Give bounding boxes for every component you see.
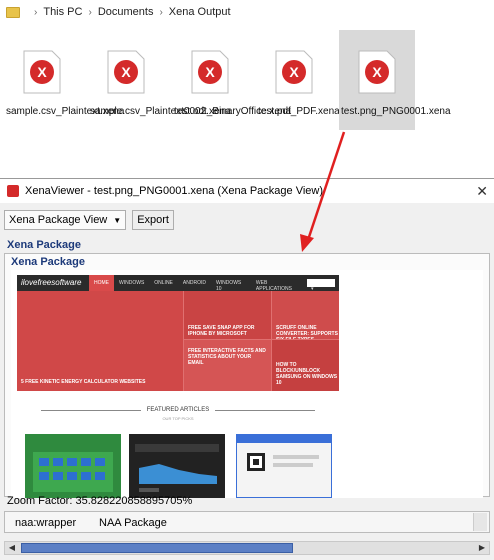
- preview-thumbnail: [236, 434, 332, 498]
- svg-text:X: X: [121, 64, 131, 80]
- game-board-graphic: [33, 452, 113, 492]
- xena-file-icon: X: [275, 50, 313, 94]
- chevron-right-icon: ›: [88, 6, 92, 18]
- xena-file-icon: X: [191, 50, 229, 94]
- property-value: NAA Package: [99, 517, 167, 529]
- preview-hero-tile-title: HOW TO BLOCK/UNBLOCK SAMSUNG ON WINDOWS …: [276, 362, 338, 386]
- screen: › This PC › Documents › Xena Output X sa…: [0, 0, 494, 560]
- xena-file-icon: X: [107, 50, 145, 94]
- scrollbar-thumb[interactable]: [21, 543, 293, 553]
- breadcrumb-item-xena-output[interactable]: Xena Output: [169, 6, 231, 18]
- file-item-selected[interactable]: X test.png_PNG0001.xena: [339, 30, 451, 130]
- preview-nav-item: WINDOWS: [119, 280, 145, 286]
- chevron-down-icon: ▼: [113, 215, 122, 225]
- preview-nav: HOME WINDOWS ONLINE ANDROID WINDOWS 10 W…: [89, 275, 339, 292]
- scroll-right-icon[interactable]: ▶: [476, 543, 488, 553]
- preview-logo: ilovefreesoftware: [21, 278, 82, 287]
- horizontal-scrollbar[interactable]: ◀ ▶: [4, 541, 490, 555]
- xena-file-icon: X: [23, 50, 61, 94]
- preview-hero-tile: FREE INTERACTIVE FACTS AND STATISTICS AB…: [183, 339, 271, 391]
- export-button[interactable]: Export: [132, 210, 174, 230]
- property-key: naa:wrapper: [15, 517, 77, 529]
- preview-featured-heading: FEATURED ARTICLES: [146, 407, 210, 413]
- xena-file-icon: X: [358, 50, 396, 94]
- file-name: sample.csv_Plaintext.xena: [6, 106, 125, 117]
- properties-table: naa:wrapper NAA Package: [4, 511, 490, 533]
- app-icon: [7, 185, 19, 197]
- preview-site-header: ilovefreesoftware HOME WINDOWS ONLINE AN…: [17, 275, 339, 292]
- svg-text:X: X: [289, 64, 299, 80]
- file-item[interactable]: X test.odt_BinaryOffice.xena: [172, 30, 292, 130]
- preview-featured-subheading: OUR TOP PICKS: [162, 416, 194, 421]
- image-preview: ilovefreesoftware HOME WINDOWS ONLINE AN…: [11, 270, 483, 498]
- preview-thumbnail: [129, 434, 225, 498]
- window-title: XenaViewer - test.png_PNG0001.xena (Xena…: [25, 185, 323, 197]
- preview-hero-tile-title: FREE SAVE SNAP APP FOR IPHONE BY MICROSO…: [188, 325, 255, 337]
- close-button[interactable]: ✕: [476, 183, 488, 200]
- file-name: test.pdf_PDF.xena: [258, 106, 340, 117]
- preview-search-box: [307, 279, 335, 287]
- file-name: test.odt_BinaryOffice.xena: [174, 106, 292, 117]
- qr-app-graphic: [237, 435, 331, 471]
- chevron-right-icon: ›: [34, 6, 38, 18]
- breadcrumb-item-documents[interactable]: Documents: [98, 6, 154, 18]
- xena-viewer-window: XenaViewer - test.png_PNG0001.xena (Xena…: [0, 178, 494, 560]
- svg-text:X: X: [372, 64, 382, 80]
- file-name: test.png_PNG0001.xena: [341, 106, 451, 117]
- breadcrumb: › This PC › Documents › Xena Output: [0, 0, 494, 24]
- file-name: sample.csv_Plaintext0002.xena: [90, 106, 231, 117]
- preview-nav-item: ONLINE: [154, 280, 173, 286]
- preview-nav-item: WEB APPLICATIONS: [255, 280, 292, 292]
- toolbar: Xena Package View ▼ Export: [4, 209, 174, 231]
- section-label: Xena Package: [7, 239, 81, 251]
- preview-nav-item: HOME: [89, 275, 114, 291]
- scroll-left-icon[interactable]: ◀: [6, 543, 18, 553]
- preview-hero-main: 5 FREE KINETIC ENERGY CALCULATOR WEBSITE…: [17, 291, 183, 391]
- chevron-right-icon: ›: [159, 6, 163, 18]
- breadcrumb-item-this-pc[interactable]: This PC: [43, 6, 82, 18]
- preview-hero-tile-title: FREE INTERACTIVE FACTS AND STATISTICS AB…: [188, 348, 266, 366]
- preview-nav-item: ANDROID: [182, 280, 206, 286]
- preview-hero-tile: HOW TO BLOCK/UNBLOCK SAMSUNG ON WINDOWS …: [271, 339, 339, 391]
- zoom-factor-text: Zoom Factor: 35.828220858895705%: [7, 495, 193, 507]
- preview-nav-item: WINDOWS 10: [215, 280, 242, 292]
- vertical-scrollbar[interactable]: [473, 513, 487, 531]
- file-item[interactable]: X test.pdf_PDF.xena: [256, 30, 340, 130]
- svg-text:X: X: [205, 64, 215, 80]
- panel-title: Xena Package: [11, 256, 85, 268]
- preview-hero-tile: FREE SAVE SNAP APP FOR IPHONE BY MICROSO…: [183, 291, 271, 339]
- view-select[interactable]: Xena Package View ▼: [4, 210, 127, 230]
- file-item[interactable]: X sample.csv_Plaintext0002.xena: [88, 30, 231, 130]
- preview-hero: 5 FREE KINETIC ENERGY CALCULATOR WEBSITE…: [17, 291, 339, 391]
- preview-hero-tile: SCRUFF ONLINE CONVERTER: SUPPORTS SIX FI…: [271, 291, 339, 343]
- title-bar: XenaViewer - test.png_PNG0001.xena (Xena…: [0, 179, 494, 203]
- preview-hero-main-title: 5 FREE KINETIC ENERGY CALCULATOR WEBSITE…: [21, 379, 146, 385]
- file-item[interactable]: X sample.csv_Plaintext.xena: [4, 30, 125, 130]
- dashboard-graphic: [135, 444, 219, 492]
- preview-thumbnail: [25, 434, 121, 498]
- folder-icon: [6, 6, 20, 18]
- svg-text:X: X: [37, 64, 47, 80]
- view-select-value: Xena Package View: [9, 214, 108, 226]
- package-panel: Xena Package ilovefreesoftware HOME WIND…: [4, 253, 490, 498]
